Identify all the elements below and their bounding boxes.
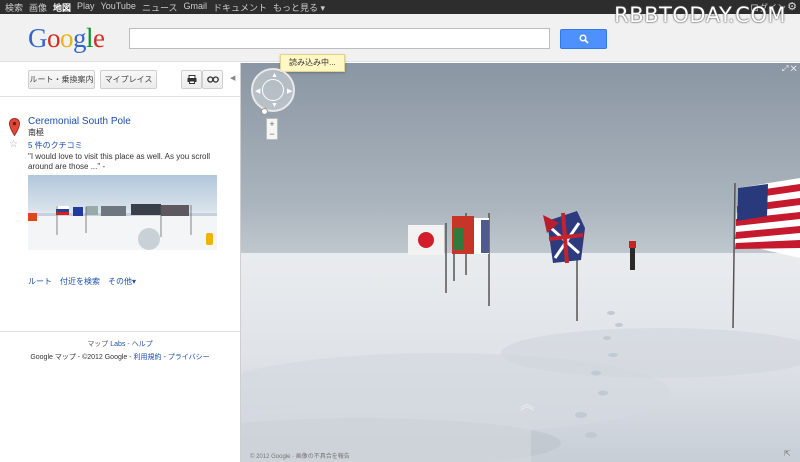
pan-control-ring <box>262 79 284 101</box>
footer-maps-text: マップ <box>87 341 111 348</box>
terms-link[interactable]: 利用規約 <box>134 354 162 361</box>
report-problem-icon[interactable]: ⇱ <box>784 449 791 458</box>
top-nav-links: 検索 画像 地図 Play YouTube ニュース Gmail ドキュメント … <box>5 1 325 14</box>
footer-links: マップ Labs - ヘルプ <box>0 339 240 349</box>
logo-letter: o <box>47 23 61 53</box>
place-subtitle: 南極 <box>28 128 44 137</box>
loading-tooltip: 読み込み中... <box>280 54 345 72</box>
my-places-button[interactable]: マイプレイス <box>100 70 157 89</box>
zoom-control[interactable]: + − <box>266 118 278 140</box>
top-nav-maps[interactable]: 地図 <box>53 1 71 14</box>
search-icon <box>578 34 589 44</box>
place-title[interactable]: Ceremonial South Pole <box>28 116 131 127</box>
logo-letter: l <box>86 23 94 53</box>
help-link[interactable]: ヘルプ <box>132 341 153 348</box>
navigation-arrow-icon[interactable]: ︽ <box>520 394 534 414</box>
image-credit: © 2012 Google · 画像の不具合を報告 <box>250 454 350 460</box>
zoom-in-icon[interactable]: + <box>267 119 277 129</box>
top-nav-more[interactable]: もっと見る ▾ <box>273 1 325 14</box>
footer-copyright: Google マップ - ©2012 Google - 利用規約 - プライバシ… <box>0 352 240 362</box>
zoom-out-icon[interactable]: − <box>267 129 277 139</box>
top-nav-documents[interactable]: ドキュメント <box>213 1 267 14</box>
top-nav-news[interactable]: ニュース <box>142 1 178 14</box>
top-nav-youtube[interactable]: YouTube <box>101 1 136 14</box>
top-nav-play[interactable]: Play <box>77 1 95 14</box>
top-nav-gmail[interactable]: Gmail <box>184 1 208 14</box>
fullscreen-icon[interactable]: ⤢ ✕ <box>782 64 797 74</box>
link-button[interactable] <box>202 70 223 89</box>
site-watermark: RBBTODAY.COM <box>614 3 786 27</box>
logo-letter: G <box>28 23 48 53</box>
pan-right-icon[interactable]: ▶ <box>287 87 292 95</box>
labs-link[interactable]: Labs <box>110 341 125 348</box>
search-button[interactable] <box>560 29 607 49</box>
divider <box>0 331 240 332</box>
logo-letter: o <box>60 23 74 53</box>
google-logo[interactable]: Google <box>28 23 105 54</box>
place-action-links: ルート 付近を検索 その他▾ <box>28 276 136 287</box>
collapse-panel-arrow-icon[interactable]: ◀ <box>230 74 235 82</box>
printer-icon <box>187 75 196 84</box>
street-view-thumbnail[interactable] <box>28 175 217 250</box>
left-panel: ルート・乗換案内 マイプレイス ◀ ☆ Ceremonial South Pol… <box>0 63 241 462</box>
pegman-icon[interactable] <box>261 108 268 115</box>
thumbnail-image <box>28 204 217 250</box>
top-nav-images[interactable]: 画像 <box>29 1 47 14</box>
copyright-text: Google マップ - ©2012 Google - <box>30 354 134 361</box>
route-transit-button[interactable]: ルート・乗換案内 <box>28 70 95 89</box>
route-link[interactable]: ルート <box>28 276 52 287</box>
map-pin-icon <box>9 118 20 136</box>
search-nearby-link[interactable]: 付近を検索 <box>60 276 100 287</box>
logo-letter: e <box>93 23 105 53</box>
pan-down-icon[interactable]: ▼ <box>271 102 278 109</box>
top-nav-search[interactable]: 検索 <box>5 1 23 14</box>
logo-letter: g <box>73 23 87 53</box>
star-icon[interactable]: ☆ <box>9 139 18 150</box>
gear-icon[interactable]: ⚙ <box>787 0 797 13</box>
pan-up-icon[interactable]: ▲ <box>271 72 278 79</box>
link-icon <box>206 76 219 83</box>
more-link[interactable]: その他▾ <box>108 276 136 287</box>
reviews-link[interactable]: 5 件のクチコミ <box>28 140 83 151</box>
divider <box>0 96 240 97</box>
search-input[interactable] <box>129 28 550 49</box>
privacy-link[interactable]: プライバシー <box>168 354 210 361</box>
pan-control[interactable]: ▲ ▼ ◀ ▶ <box>251 68 295 112</box>
review-quote: "I would love to visit this place as wel… <box>28 152 211 171</box>
pan-left-icon[interactable]: ◀ <box>255 87 260 95</box>
print-button[interactable] <box>181 70 202 89</box>
